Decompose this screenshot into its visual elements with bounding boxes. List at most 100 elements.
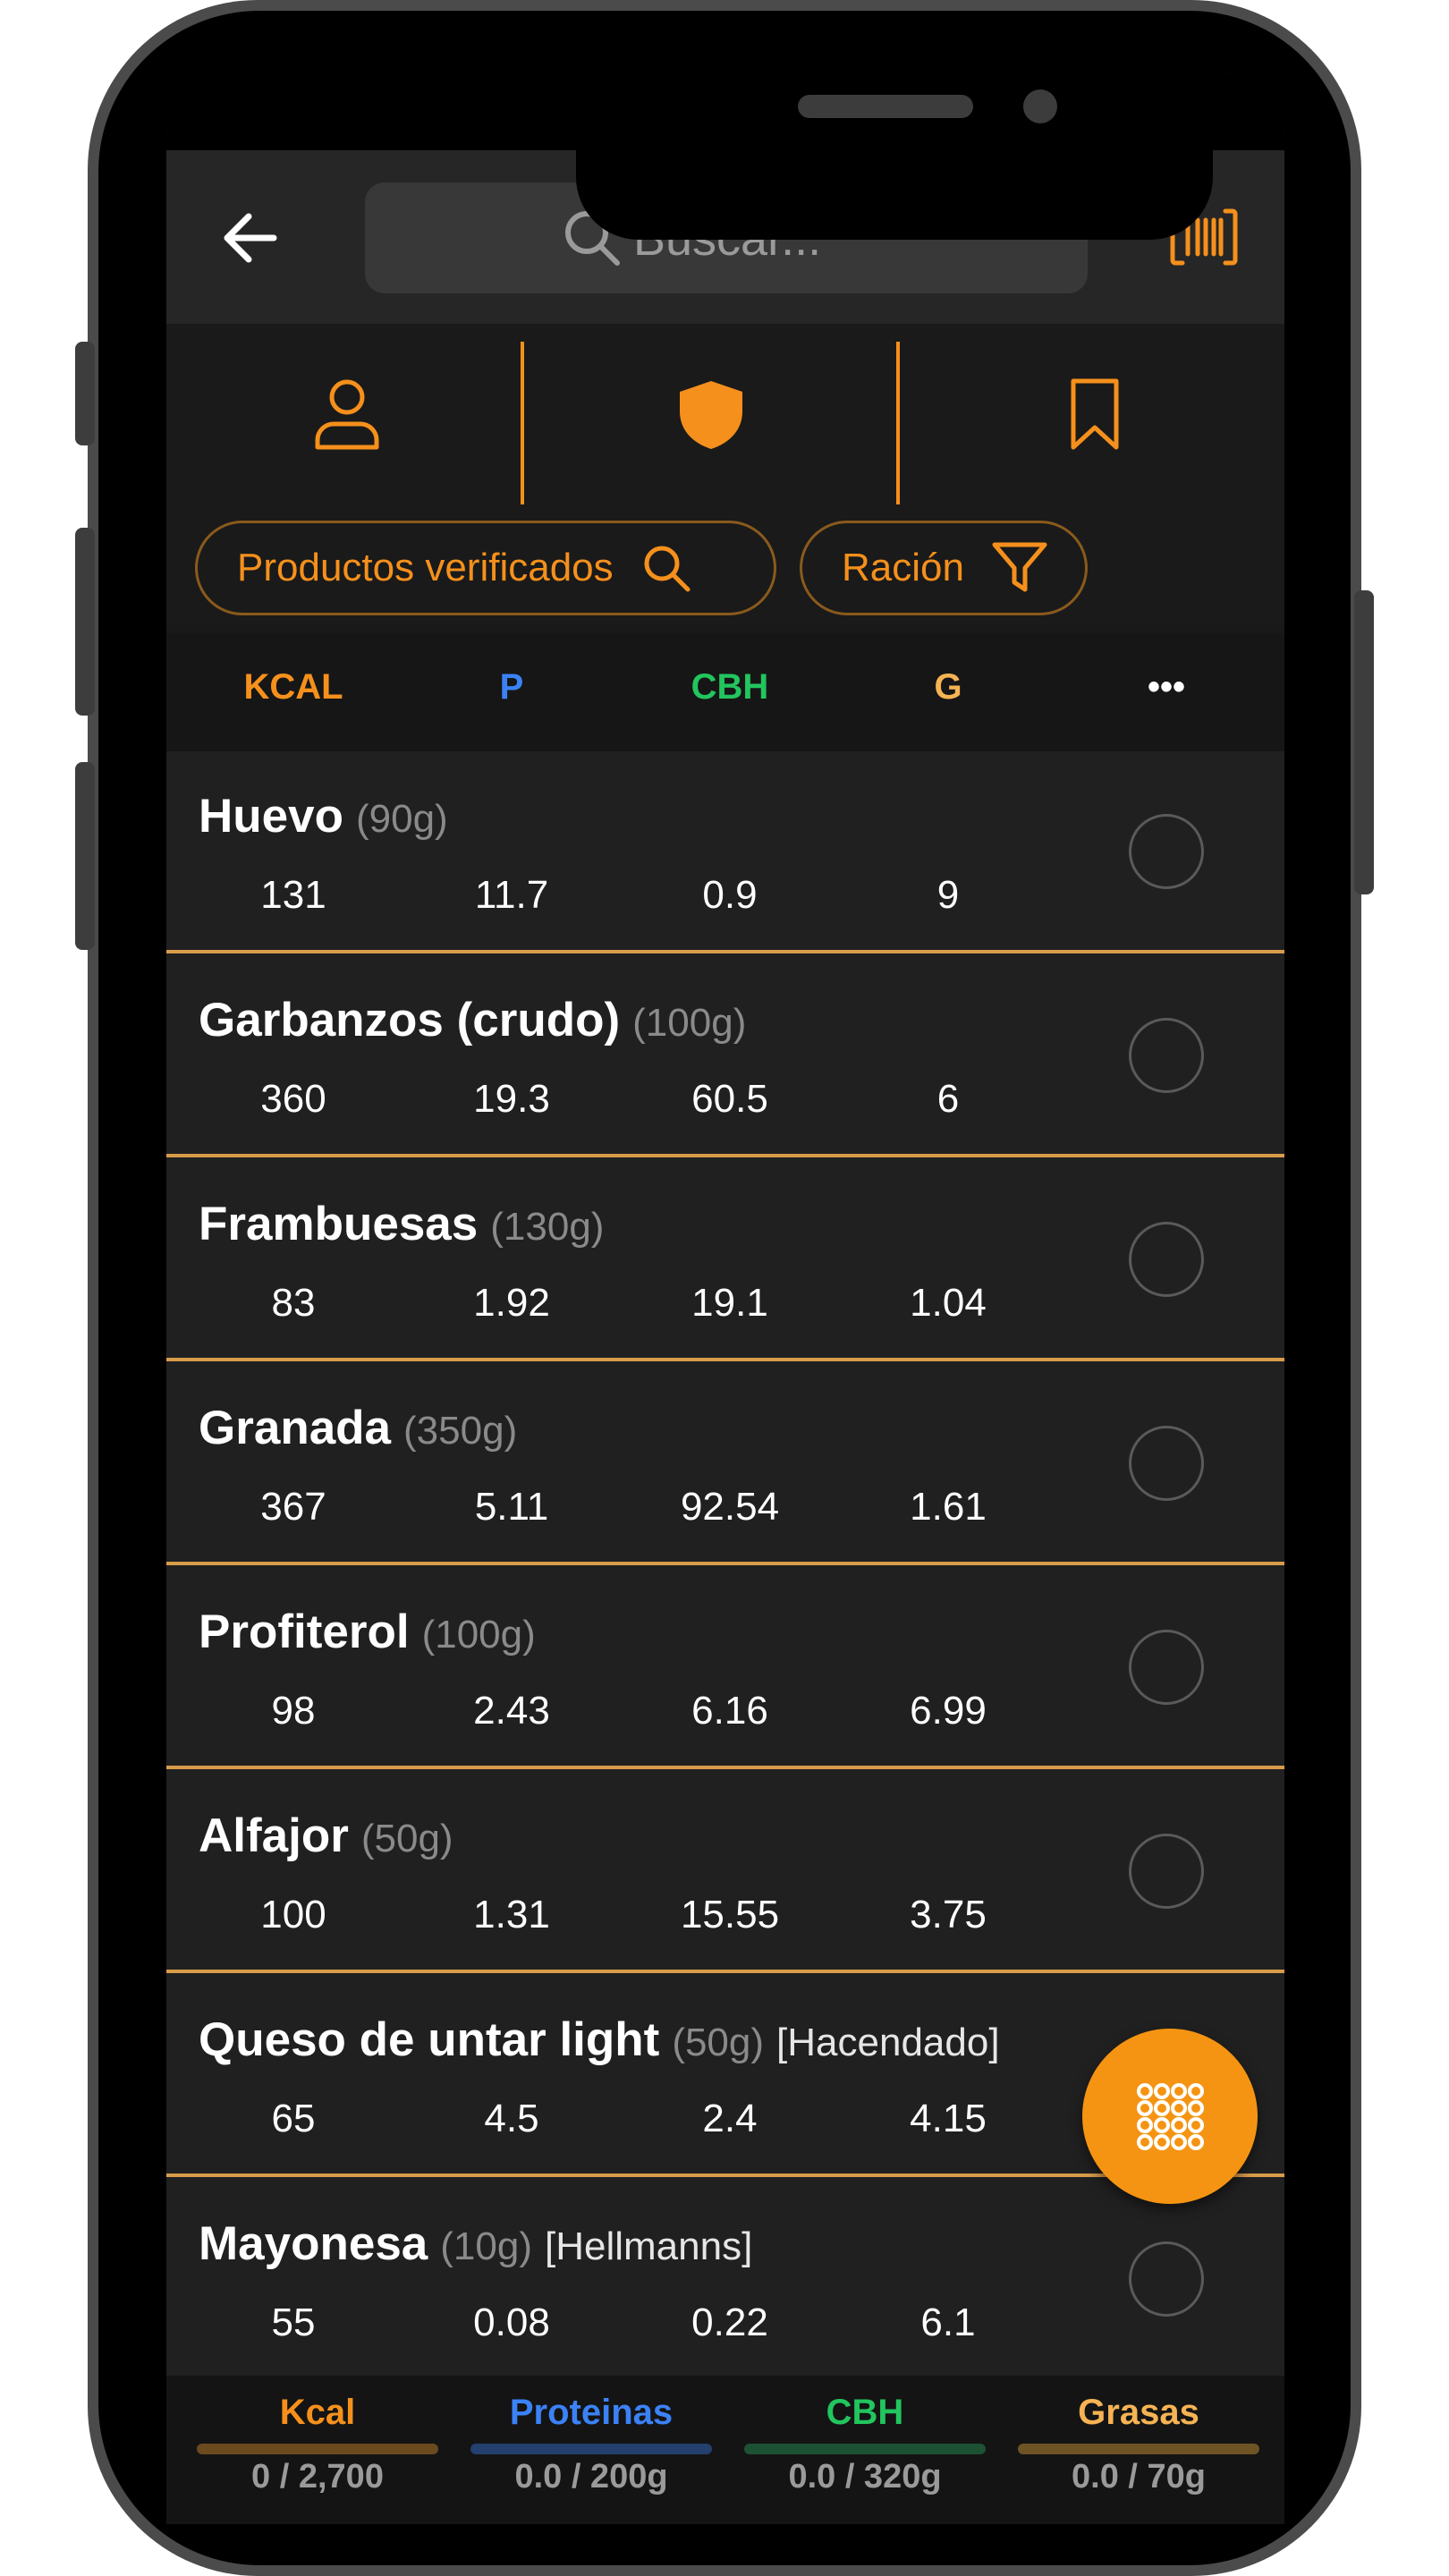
phone-volume-down-button [75, 762, 95, 950]
food-list-item[interactable]: Garbanzos (crudo) (100g) 360 19.3 60.5 6 [166, 955, 1284, 1157]
portion-filter-label: Ración [842, 546, 964, 589]
food-title: Granada (350g) [199, 1401, 517, 1455]
food-value-kcal: 98 [271, 1689, 316, 1733]
food-brand: [Hellmanns] [545, 2224, 753, 2268]
food-portion: (10g) [440, 2224, 532, 2268]
more-columns-button[interactable]: ••• [1077, 667, 1256, 708]
food-value-kcal: 367 [260, 1485, 326, 1529]
phone-notch [576, 73, 1213, 240]
total-protein-label: Proteinas [509, 2393, 674, 2432]
food-list-item[interactable]: Profiterol (100g) 98 2.43 6.16 6.99 [166, 1567, 1284, 1769]
column-carbs[interactable]: CBH [640, 667, 819, 708]
food-value-cbh: 15.55 [680, 1893, 780, 1936]
filter-chips: Productos verificados Ración [166, 504, 1284, 633]
food-select-checkbox[interactable] [1129, 2241, 1204, 2317]
arrow-left-icon [224, 213, 277, 263]
food-title: Queso de untar light (50g) [Hacendado] [199, 2012, 1000, 2067]
grid-dots-icon [1137, 2083, 1204, 2150]
food-value-cbh: 92.54 [680, 1485, 780, 1529]
food-portion: (100g) [632, 1001, 747, 1045]
keypad-fab-button[interactable] [1082, 2029, 1258, 2204]
food-list-item[interactable]: Huevo (90g) 131 11.7 0.9 9 [166, 751, 1284, 953]
food-name: Huevo [199, 790, 343, 843]
total-kcal: Kcal 0 / 2,700 [197, 2390, 438, 2496]
total-kcal-label: Kcal [279, 2393, 356, 2432]
food-name: Granada [199, 1402, 392, 1454]
bookmark-icon [1071, 378, 1119, 450]
food-name: Garbanzos (crudo) [199, 994, 621, 1046]
shield-icon [680, 381, 742, 449]
food-value-p: 0.08 [473, 2301, 550, 2344]
verified-products-chip[interactable]: Productos verificados [195, 521, 776, 615]
food-value-cbh: 6.16 [691, 1689, 768, 1733]
food-select-checkbox[interactable] [1129, 814, 1204, 889]
food-value-cbh: 19.1 [691, 1281, 768, 1325]
total-fat-progress [1018, 2444, 1259, 2454]
food-list-item[interactable]: Alfajor (50g) 100 1.31 15.55 3.75 [166, 1771, 1284, 1973]
food-value-p: 19.3 [473, 1077, 550, 1121]
food-title: Huevo (90g) [199, 789, 448, 843]
food-value-p: 1.31 [473, 1893, 550, 1936]
daily-totals-bar: Kcal 0 / 2,700 Proteinas 0.0 / 200g CBH … [166, 2376, 1284, 2524]
food-value-g: 4.15 [910, 2097, 987, 2140]
user-icon [315, 379, 379, 450]
food-value-g: 6 [936, 1077, 960, 1121]
food-value-g: 6.1 [920, 2301, 976, 2344]
food-name: Alfajor [199, 1809, 349, 1862]
food-select-checkbox[interactable] [1129, 1018, 1204, 1093]
tab-saved[interactable] [900, 324, 1284, 504]
food-portion: (90g) [355, 797, 448, 841]
column-fat[interactable]: G [859, 667, 1038, 708]
portion-filter-chip[interactable]: Ración [800, 521, 1088, 615]
category-tabs [166, 324, 1284, 522]
food-portion: (350g) [403, 1409, 518, 1453]
food-select-checkbox[interactable] [1129, 1630, 1204, 1705]
food-select-checkbox[interactable] [1129, 1834, 1204, 1909]
food-value-g: 1.61 [910, 1485, 987, 1529]
food-value-kcal: 100 [260, 1893, 326, 1936]
total-carbs-value: 0.0 / 320g [788, 2458, 942, 2496]
food-value-g: 6.99 [910, 1689, 987, 1733]
food-value-kcal: 65 [271, 2097, 316, 2140]
food-value-kcal: 131 [260, 873, 326, 917]
food-title: Frambuesas (130g) [199, 1197, 604, 1251]
food-value-cbh: 2.4 [702, 2097, 758, 2140]
total-kcal-progress [197, 2444, 438, 2454]
food-portion: (50g) [360, 1817, 453, 1860]
food-name: Queso de untar light [199, 2013, 660, 2066]
tab-verified[interactable] [524, 324, 898, 504]
food-value-cbh: 0.9 [702, 873, 758, 917]
food-value-p: 2.43 [473, 1689, 550, 1733]
column-kcal[interactable]: KCAL [204, 667, 383, 708]
food-title: Alfajor (50g) [199, 1809, 453, 1863]
food-value-g: 9 [936, 873, 960, 917]
food-list-item[interactable]: Frambuesas (130g) 83 1.92 19.1 1.04 [166, 1159, 1284, 1361]
food-list-item[interactable]: Mayonesa (10g) [Hellmanns] 55 0.08 0.22 6.1 [166, 2179, 1284, 2381]
food-name: Frambuesas [199, 1198, 479, 1250]
food-value-kcal: 55 [271, 2301, 316, 2344]
food-list-item[interactable]: Granada (350g) 367 5.11 92.54 1.61 [166, 1363, 1284, 1565]
back-button[interactable] [218, 206, 283, 270]
food-select-checkbox[interactable] [1129, 1426, 1204, 1501]
food-value-kcal: 83 [271, 1281, 316, 1325]
verified-products-label: Productos verificados [237, 546, 614, 589]
food-brand: [Hacendado] [776, 2021, 1000, 2064]
filter-icon [992, 542, 1047, 592]
tab-my-foods[interactable] [166, 324, 524, 504]
food-name: Mayonesa [199, 2217, 428, 2270]
total-protein-value: 0.0 / 200g [514, 2458, 668, 2496]
food-select-checkbox[interactable] [1129, 1222, 1204, 1297]
total-carbs-label: CBH [826, 2393, 904, 2432]
total-fat-value: 0.0 / 70g [1072, 2458, 1206, 2496]
total-carbs-progress [744, 2444, 986, 2454]
column-protein[interactable]: P [422, 667, 601, 708]
food-name: Profiterol [199, 1606, 410, 1658]
food-portion: (100g) [421, 1613, 536, 1657]
phone-camera [1023, 89, 1057, 123]
total-fat: Grasas 0.0 / 70g [1018, 2390, 1259, 2496]
food-value-g: 1.04 [910, 1281, 987, 1325]
app-screen: Buscar... [166, 73, 1284, 2524]
food-portion: (50g) [672, 2021, 765, 2064]
food-value-p: 4.5 [484, 2097, 539, 2140]
food-value-p: 1.92 [473, 1281, 550, 1325]
